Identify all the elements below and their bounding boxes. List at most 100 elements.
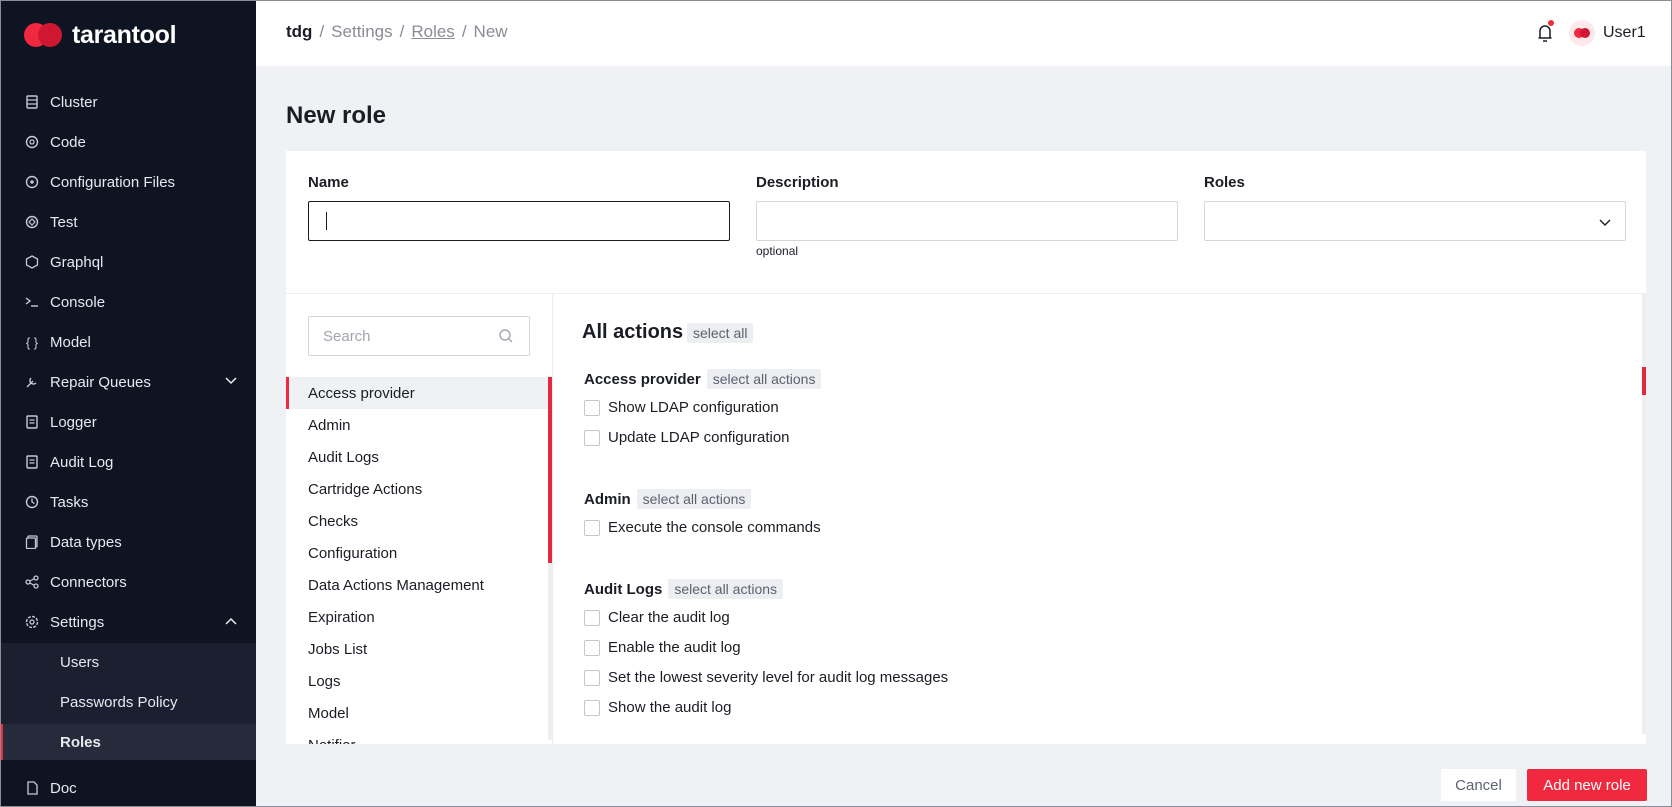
group-title: Admin (584, 490, 631, 508)
checkbox[interactable] (584, 399, 600, 416)
action-label: Show the audit log (608, 699, 732, 716)
name-field[interactable] (308, 201, 730, 241)
group-access-provider: Access provider select all actions (584, 369, 822, 389)
actions-scrollbar-thumb[interactable] (1642, 367, 1646, 395)
add-new-role-button[interactable]: Add new role (1527, 769, 1647, 801)
sidebar-item-console[interactable]: Console (0, 284, 256, 320)
cancel-button[interactable]: Cancel (1441, 769, 1516, 801)
sidebar-item-settings[interactable]: Settings (0, 604, 256, 640)
sidebar: tarantool Cluster Code Configuration Fil… (0, 0, 256, 807)
settings-submenu: Users Passwords Policy Roles (0, 643, 256, 760)
category-item-cartridge-actions[interactable]: Cartridge Actions (286, 473, 548, 505)
action-clear-audit-log[interactable]: Clear the audit log (584, 609, 730, 626)
bell-icon (1538, 25, 1552, 42)
sidebar-item-label: Graphql (50, 253, 104, 271)
console-icon (24, 294, 40, 310)
select-all-button[interactable]: select all (687, 323, 754, 343)
breadcrumb-root: tdg (286, 22, 313, 41)
sidebar-subitem-roles[interactable]: Roles (0, 724, 256, 760)
sidebar-item-cluster[interactable]: Cluster (0, 84, 256, 120)
sidebar-item-configuration-files[interactable]: Configuration Files (0, 164, 256, 200)
action-show-ldap-configuration[interactable]: Show LDAP configuration (584, 399, 779, 416)
select-all-actions-button[interactable]: select all actions (706, 369, 822, 389)
role-form-card: Name Description optional Roles Access p… (286, 151, 1646, 744)
description-field[interactable] (756, 201, 1178, 241)
breadcrumb-current: New (473, 22, 508, 41)
category-item-jobs-list[interactable]: Jobs List (286, 633, 548, 665)
action-show-audit-log[interactable]: Show the audit log (584, 699, 731, 716)
notification-dot (1548, 20, 1554, 26)
sidebar-item-model[interactable]: { } Model (0, 324, 256, 360)
category-item-access-provider[interactable]: Access provider (286, 377, 548, 409)
category-scrollbar-thumb[interactable] (548, 377, 552, 563)
category-item-admin[interactable]: Admin (286, 409, 548, 441)
sidebar-subitem-passwords-policy[interactable]: Passwords Policy (0, 684, 256, 720)
sidebar-item-label: Tasks (50, 493, 89, 511)
checkbox[interactable] (584, 669, 600, 686)
checkbox[interactable] (584, 609, 600, 626)
category-item-data-actions-management[interactable]: Data Actions Management (286, 569, 548, 601)
chevron-down-icon (1599, 219, 1611, 226)
action-label: Show LDAP configuration (608, 399, 779, 416)
sidebar-item-code[interactable]: Code (0, 124, 256, 160)
user-menu[interactable]: User1 (1569, 20, 1646, 46)
sidebar-item-data-types[interactable]: Data types (0, 524, 256, 560)
notifications-button[interactable] (1532, 20, 1558, 46)
category-item-expiration[interactable]: Expiration (286, 601, 548, 633)
section-divider (286, 293, 1646, 294)
sidebar-item-label: Model (50, 333, 91, 351)
breadcrumb: tdg / Settings / Roles / New (286, 22, 508, 42)
select-all-actions-button[interactable]: select all actions (636, 489, 752, 509)
sidebar-item-label: Data types (50, 533, 122, 551)
checkbox[interactable] (584, 639, 600, 656)
logger-icon (24, 414, 40, 430)
category-item-logs[interactable]: Logs (286, 665, 548, 697)
roles-select[interactable] (1204, 201, 1626, 241)
name-label: Name (308, 174, 349, 191)
action-update-ldap-configuration[interactable]: Update LDAP configuration (584, 429, 790, 446)
sidebar-item-connectors[interactable]: Connectors (0, 564, 256, 600)
sidebar-item-doc[interactable]: Doc (0, 770, 256, 806)
checkbox[interactable] (584, 429, 600, 446)
sidebar-item-test[interactable]: Test (0, 204, 256, 240)
category-item-audit-logs[interactable]: Audit Logs (286, 441, 548, 473)
breadcrumb-settings: Settings (331, 22, 393, 41)
checkbox[interactable] (584, 699, 600, 716)
category-item-checks[interactable]: Checks (286, 505, 548, 537)
sidebar-item-label: Cluster (50, 93, 98, 111)
search-input[interactable] (308, 316, 530, 356)
sidebar-item-label: Console (50, 293, 106, 311)
text-cursor (326, 212, 327, 230)
sidebar-item-label: Test (50, 213, 78, 231)
action-execute-console-commands[interactable]: Execute the console commands (584, 519, 821, 536)
action-set-severity-level[interactable]: Set the lowest severity level for audit … (584, 669, 948, 686)
sidebar-item-audit-log[interactable]: Audit Log (0, 444, 256, 480)
category-item-notifier[interactable]: Notifier (286, 729, 548, 745)
connectors-icon (24, 574, 40, 590)
tarantool-logo[interactable]: tarantool (24, 20, 177, 50)
sidebar-item-logger[interactable]: Logger (0, 404, 256, 440)
tasks-icon (24, 494, 40, 510)
code-icon (24, 134, 40, 150)
category-item-model[interactable]: Model (286, 697, 548, 729)
checkbox[interactable] (584, 519, 600, 536)
group-admin: Admin select all actions (584, 489, 752, 509)
breadcrumb-separator: / (399, 22, 405, 41)
sidebar-item-label: Repair Queues (50, 373, 151, 391)
sidebar-item-repair-queues[interactable]: Repair Queues (0, 364, 256, 400)
sidebar-item-label: Audit Log (50, 453, 114, 471)
select-all-actions-button[interactable]: select all actions (668, 579, 784, 599)
action-label: Update LDAP configuration (608, 429, 790, 446)
chevron-down-icon[interactable] (224, 374, 238, 388)
sidebar-item-tasks[interactable]: Tasks (0, 484, 256, 520)
category-item-configuration[interactable]: Configuration (286, 537, 548, 569)
action-enable-audit-log[interactable]: Enable the audit log (584, 639, 741, 656)
sidebar-item-graphql[interactable]: Graphql (0, 244, 256, 280)
chevron-up-icon[interactable] (224, 614, 238, 628)
repair-icon (24, 374, 40, 390)
breadcrumb-roles-link[interactable]: Roles (411, 22, 454, 42)
config-files-icon (24, 174, 40, 190)
actions-scrollbar-track[interactable] (1642, 294, 1646, 734)
sidebar-subitem-users[interactable]: Users (0, 644, 256, 680)
action-label: Set the lowest severity level for audit … (608, 669, 949, 686)
